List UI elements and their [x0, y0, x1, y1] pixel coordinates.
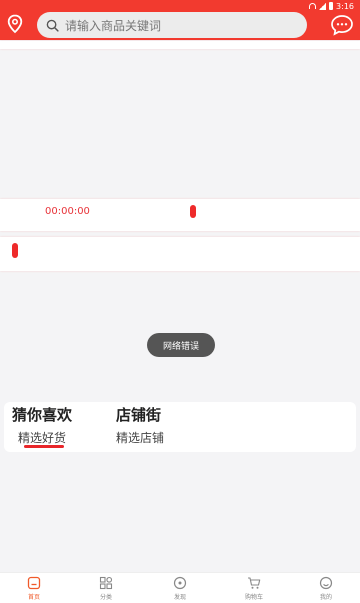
search-icon — [46, 19, 59, 32]
signal-icon — [319, 2, 327, 10]
countdown-timer: 00:00:00 — [45, 206, 90, 217]
nav-discover[interactable]: 发现 — [150, 573, 210, 603]
wifi-icon — [309, 3, 317, 9]
discover-icon — [173, 576, 187, 590]
tab-title: 猜你喜欢 — [12, 406, 73, 424]
toast-text: 网络错误 — [162, 341, 199, 352]
nav-home[interactable]: 首页 — [4, 573, 64, 603]
tab-store-street[interactable]: 店铺街 精选店铺 — [116, 404, 164, 446]
cart-icon — [248, 577, 261, 589]
notice-marker — [12, 243, 18, 258]
search-input[interactable]: 请输入商品关键词 — [37, 12, 307, 38]
bottom-nav: 首页 分类 发现 购物车 我的 — [0, 572, 360, 603]
status-time: 3:16 — [336, 1, 354, 11]
nav-label: 分类 — [99, 594, 112, 601]
nav-label: 发现 — [173, 594, 186, 601]
error-toast: 网络错误 — [147, 333, 215, 357]
message-icon[interactable] — [330, 14, 354, 36]
status-icons: 3:16 — [309, 0, 354, 12]
nav-label: 首页 — [27, 594, 40, 601]
profile-icon — [319, 576, 333, 590]
top-strip — [0, 41, 360, 49]
notice-bar[interactable] — [0, 237, 360, 271]
tab-subtitle: 精选好货 — [18, 431, 67, 445]
tab-guess-you-like[interactable]: 猜你喜欢 精选好货 — [12, 404, 72, 446]
grid-icon — [99, 576, 113, 590]
tab-title: 店铺街 — [116, 406, 162, 424]
location-icon[interactable] — [5, 14, 25, 34]
indicator-marker — [190, 205, 196, 218]
nav-cart[interactable]: 购物车 — [224, 573, 284, 603]
nav-label: 我的 — [319, 594, 332, 601]
search-placeholder: 请输入商品关键词 — [65, 18, 162, 33]
battery-icon — [329, 2, 334, 10]
nav-label: 购物车 — [244, 594, 263, 601]
status-bar — [0, 0, 360, 12]
nav-category[interactable]: 分类 — [76, 573, 136, 603]
tab-subtitle: 精选店铺 — [116, 431, 165, 445]
nav-profile[interactable]: 我的 — [296, 573, 356, 603]
home-icon — [27, 576, 41, 590]
active-tab-underline — [24, 445, 64, 448]
